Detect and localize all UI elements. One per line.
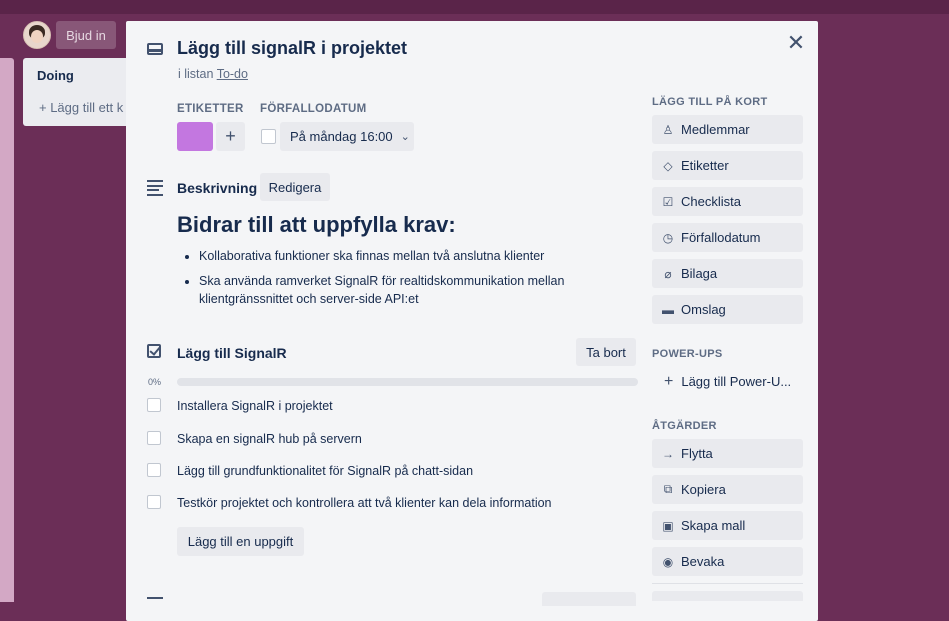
watch-button[interactable]: ◉ Bevaka xyxy=(652,547,803,576)
description-icon xyxy=(147,180,163,196)
button-label: Checklista xyxy=(681,194,741,209)
eye-icon: ◉ xyxy=(662,554,674,569)
list-item: Kollaborativa funktioner ska finnas mell… xyxy=(199,247,629,265)
tag-icon: ◇ xyxy=(663,158,673,173)
card-title[interactable]: Lägg till signalR i projektet xyxy=(177,38,407,59)
in-list-prefix: i listan xyxy=(178,67,214,81)
checklist-item[interactable]: Installera SignalR i projektet xyxy=(177,399,333,413)
chevron-down-icon: ⌄ xyxy=(400,131,410,143)
checklist-icon xyxy=(147,344,161,358)
attachment-button[interactable]: ⌀ Bilaga xyxy=(652,259,803,288)
labels-button[interactable]: ◇ Etiketter xyxy=(652,151,803,180)
due-date-sidebar-button[interactable]: ◷ Förfallodatum xyxy=(652,223,803,252)
powerups-heading: POWER-UPS xyxy=(652,348,723,360)
partial-button[interactable] xyxy=(542,592,636,606)
button-label: Omslag xyxy=(681,302,726,317)
app-header xyxy=(0,0,949,14)
list-partial xyxy=(0,58,14,602)
plus-icon: + xyxy=(664,372,674,390)
description-title: Beskrivning xyxy=(177,180,258,196)
avatar[interactable] xyxy=(23,21,51,49)
card-icon xyxy=(147,43,163,55)
button-label: Kopiera xyxy=(681,482,726,497)
button-label: Förfallodatum xyxy=(681,230,761,245)
add-label-button[interactable]: + xyxy=(216,122,245,151)
checklist-item[interactable]: Testkör projektet och kontrollera att tv… xyxy=(177,496,552,510)
checklist-item-checkbox[interactable] xyxy=(147,495,161,509)
add-card-button[interactable]: + Lägg till ett k xyxy=(39,100,123,115)
actions-heading: ÅTGÄRDER xyxy=(652,420,717,432)
template-icon: ▣ xyxy=(662,518,674,533)
button-label: Bevaka xyxy=(681,554,725,569)
description-heading: Bidrar till att uppfylla krav: xyxy=(177,212,456,237)
archive-button-partial[interactable] xyxy=(652,591,803,601)
members-button[interactable]: ♙ Medlemmar xyxy=(652,115,803,144)
button-label: Medlemmar xyxy=(681,122,750,137)
close-icon[interactable]: ✕ xyxy=(784,30,808,55)
list-link[interactable]: To-do xyxy=(217,67,248,81)
clock-icon: ◷ xyxy=(662,230,674,245)
copy-button[interactable]: ⧉ Kopiera xyxy=(652,475,803,504)
checklist-item-checkbox[interactable] xyxy=(147,431,161,445)
button-label: Lägg till Power-U... xyxy=(681,374,792,389)
list-title[interactable]: Doing xyxy=(37,68,74,83)
person-icon: ♙ xyxy=(662,122,674,137)
cover-icon: ▬ xyxy=(662,302,674,317)
divider xyxy=(652,583,803,584)
due-complete-checkbox[interactable] xyxy=(261,129,276,144)
checklist-item[interactable]: Skapa en signalR hub på servern xyxy=(177,432,362,446)
checklist-icon: ☑ xyxy=(662,194,674,209)
invite-button[interactable]: Bjud in xyxy=(56,21,116,49)
button-label: Etiketter xyxy=(681,158,729,173)
button-label: Bilaga xyxy=(681,266,718,281)
due-date-button[interactable]: På måndag 16:00 ⌄ xyxy=(280,122,414,151)
arrow-right-icon: → xyxy=(662,446,674,461)
due-date-heading: FÖRFALLODATUM xyxy=(260,103,367,115)
card-detail-modal: ✕ Lägg till signalR i projektet i listan… xyxy=(126,21,818,621)
paperclip-icon: ⌀ xyxy=(664,266,672,281)
checklist-item[interactable]: Lägg till grundfunktionalitet för Signal… xyxy=(177,464,473,478)
add-to-card-heading: LÄGG TILL PÅ KORT xyxy=(652,96,768,108)
add-checklist-item-button[interactable]: Lägg till en uppgift xyxy=(177,527,304,556)
checklist-progress-bar xyxy=(177,378,638,386)
make-template-button[interactable]: ▣ Skapa mall xyxy=(652,511,803,540)
list-item: Ska använda ramverket SignalR för realti… xyxy=(199,272,629,308)
checklist-button[interactable]: ☑ Checklista xyxy=(652,187,803,216)
move-button[interactable]: → Flytta xyxy=(652,439,803,468)
button-label: Flytta xyxy=(681,446,713,461)
description-list: Kollaborativa funktioner ska finnas mell… xyxy=(177,247,629,315)
labels-heading: ETIKETTER xyxy=(177,103,244,115)
checklist-title[interactable]: Lägg till SignalR xyxy=(177,345,287,361)
button-label: Skapa mall xyxy=(681,518,746,533)
edit-description-button[interactable]: Redigera xyxy=(260,173,330,201)
copy-icon: ⧉ xyxy=(663,482,673,496)
checklist-percent: 0% xyxy=(148,377,162,387)
card-list-info: i listan To-do xyxy=(178,67,248,81)
checklist-item-checkbox[interactable] xyxy=(147,398,161,412)
activity-icon xyxy=(147,597,163,601)
cover-button[interactable]: ▬ Omslag xyxy=(652,295,803,324)
add-powerup-button[interactable]: + Lägg till Power-U... xyxy=(652,367,803,396)
delete-checklist-button[interactable]: Ta bort xyxy=(576,338,636,366)
label-chip[interactable] xyxy=(177,122,213,151)
checklist-item-checkbox[interactable] xyxy=(147,463,161,477)
due-date-value: På måndag 16:00 xyxy=(290,129,393,144)
